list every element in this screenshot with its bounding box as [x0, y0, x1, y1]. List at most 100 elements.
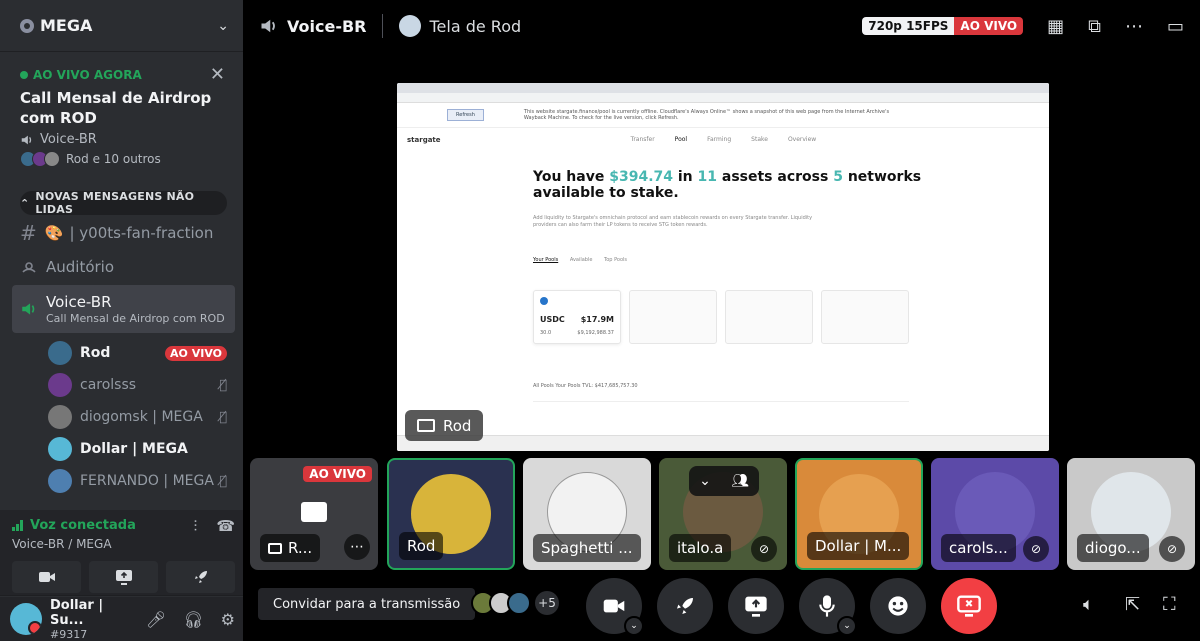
viewer-avatars[interactable]: +5 [471, 591, 559, 615]
microphone-icon[interactable]: 🎤︎ [146, 610, 166, 629]
text-channel-icon: # [20, 221, 37, 245]
voice-status-text: Voz conectada [30, 518, 136, 533]
more-options-icon[interactable]: ⋯ [344, 534, 370, 560]
site-nav: stargate Transfer Pool Farming Stake Ove… [397, 127, 1049, 151]
browser-tabs [397, 83, 1049, 93]
camera-icon [38, 572, 55, 582]
mic-muted-icon: 🎙̸ [219, 473, 227, 489]
activity-button[interactable] [166, 561, 235, 593]
quality-badge: 720p 15FPS [862, 17, 955, 35]
mic-muted-icon: ⊘ [751, 536, 777, 562]
avatar[interactable] [10, 603, 42, 635]
participant-tile[interactable]: AO VIVO R... ⋯ [250, 458, 378, 570]
mic-muted-icon: ⊘ [1159, 536, 1185, 562]
live-event-card[interactable]: AO VIVO AGORA ✕ Call Mensal de Airdrop c… [0, 52, 243, 173]
participant-tile[interactable]: Spaghetti ... [523, 458, 651, 570]
tile-popover: ⌄ 👥︎ [689, 466, 759, 496]
screen-share-button[interactable] [728, 578, 784, 634]
participant-tile[interactable]: carols... ⊘ [931, 458, 1059, 570]
hero-headline: You have $394.74 in 11 assets across 5 n… [533, 169, 1049, 185]
voice-user[interactable]: FERNANDO | MEGA 🎙̸ [48, 465, 243, 497]
live-now-label: AO VIVO AGORA [20, 68, 229, 82]
voice-user[interactable]: carolsss 🎙̸ [48, 369, 243, 401]
hero-text: networks [842, 169, 922, 185]
site-hero: You have $394.74 in 11 assets across 5 n… [397, 151, 1049, 229]
user-tag: #9317 [50, 627, 88, 641]
camera-button[interactable] [12, 561, 81, 593]
users-icon[interactable]: 👥︎ [731, 473, 749, 489]
grid-layout-icon[interactable]: ▦ [1047, 16, 1064, 37]
participant-tile[interactable]: Rod [387, 458, 515, 570]
voice-user-name: Dollar | MEGA [80, 441, 188, 457]
participant-tile[interactable]: diogo... ⊘ [1067, 458, 1195, 570]
signal-icon [12, 520, 24, 531]
camera-button[interactable]: ⌄ [586, 578, 644, 636]
hero-assets: 11 [697, 169, 717, 185]
site-nav-item: Transfer [630, 136, 655, 143]
camera-icon [301, 502, 327, 522]
card-liquidity: $9,192,988.37 [577, 330, 614, 336]
browser-url-bar [397, 93, 1049, 103]
chevron-down-icon[interactable]: ⌄ [217, 18, 229, 34]
user-info[interactable]: Dollar | Su... #9317 [50, 598, 134, 641]
rocket-icon [194, 571, 207, 583]
channel-name: | y00ts-fan-fraction [69, 224, 214, 242]
server-name: MEGA [40, 16, 93, 35]
voice-user[interactable]: Dollar | MEGA [48, 433, 243, 465]
popout-icon[interactable]: ⇱ [1125, 594, 1140, 615]
chat-icon[interactable]: ▭ [1167, 16, 1184, 37]
avatar [48, 437, 72, 461]
gear-icon[interactable]: ⚙ [221, 610, 235, 629]
presenter-name: Rod [443, 416, 472, 435]
palette-emoji: 🎨 [44, 224, 64, 242]
event-title: Call Mensal de Airdrop com ROD [20, 89, 212, 127]
invite-button[interactable]: Convidar para a transmissão [258, 588, 476, 620]
disconnect-icon[interactable]: ☎ [216, 517, 235, 535]
server-header[interactable]: MEGA ⌄ [0, 0, 243, 52]
voice-user[interactable]: diogomsk | MEGA 🎙̸ [48, 401, 243, 433]
mic-muted-icon: ⊘ [1023, 536, 1049, 562]
close-icon[interactable]: ✕ [210, 64, 225, 85]
card-deposit: 30.0 [540, 330, 552, 336]
divider [382, 14, 384, 38]
smiley-icon [888, 596, 908, 616]
event-participants-text: Rod e 10 outros [66, 152, 161, 166]
emoji-button[interactable] [870, 578, 926, 634]
channel-item-y00ts[interactable]: # 🎨 | y00ts-fan-fraction [12, 217, 235, 249]
participant-tile[interactable]: Dollar | M... [795, 458, 923, 570]
voice-status[interactable]: Voz conectada [12, 518, 179, 533]
fullscreen-icon[interactable]: ⛶ [1163, 594, 1176, 615]
noise-suppression-icon[interactable]: ⫶ [193, 517, 197, 535]
speaker-icon [22, 303, 35, 315]
stream-view: Voice-BR Tela de Rod 720p 15FPS AO VIVO … [243, 0, 1200, 641]
unread-messages-pill[interactable]: ⌃ NOVAS MENSAGENS NÃO LIDAS [20, 190, 227, 216]
hero-text: assets across [717, 169, 834, 185]
activity-button[interactable] [657, 578, 713, 634]
participant-tile[interactable]: ⌄ 👥︎ italo.a ⊘ [659, 458, 787, 570]
mic-muted-icon: 🎙̸ [219, 377, 227, 393]
chevron-down-icon[interactable]: ⌄ [837, 616, 857, 636]
channel-name: Auditório [46, 258, 115, 276]
headphones-icon[interactable]: 🎧︎ [183, 610, 203, 629]
screen-share-button[interactable] [89, 561, 158, 593]
chevron-down-icon[interactable]: ⌄ [699, 473, 711, 489]
chevron-down-icon[interactable]: ⌄ [624, 616, 644, 636]
tile-name: Dollar | M... [807, 532, 910, 560]
event-channel-name: Voice-BR [40, 132, 97, 147]
more-options-icon[interactable]: ⋯ [1125, 16, 1143, 37]
browser-notice: Refresh This website stargate.finance/po… [397, 103, 1049, 127]
stop-stream-icon [957, 595, 981, 617]
notice-text: This website stargate.finance/pool is cu… [523, 109, 890, 121]
speaker-icon [261, 19, 275, 33]
voice-user[interactable]: Rod AO VIVO [48, 337, 243, 369]
volume-icon[interactable]: 🔈︎ [1083, 594, 1094, 615]
avatar [48, 373, 72, 397]
tile-label: R... [260, 534, 321, 562]
screen-share-video[interactable]: Refresh This website stargate.finance/po… [397, 83, 1049, 451]
stop-streaming-button[interactable] [941, 578, 997, 634]
microphone-button[interactable]: ⌄ [799, 578, 857, 636]
channel-item-auditorio[interactable]: Auditório [12, 251, 235, 283]
popout-icon[interactable]: ⧉ [1088, 16, 1101, 37]
presenter-label: Rod [405, 410, 483, 441]
channel-item-voice-br[interactable]: Voice-BR Call Mensal de Airdrop com ROD [12, 285, 235, 333]
